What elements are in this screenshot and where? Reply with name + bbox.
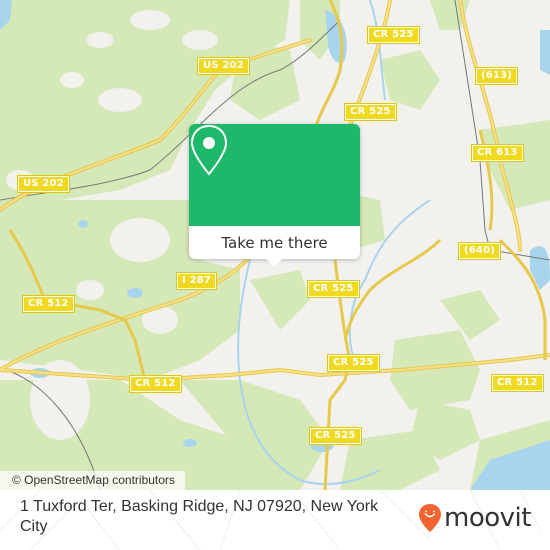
road-shield-640: (640) bbox=[457, 242, 502, 260]
road-shield-cr525: CR 525 bbox=[327, 354, 380, 372]
location-pin-icon bbox=[190, 124, 228, 176]
road-shield-cr512: CR 512 bbox=[491, 374, 544, 392]
road-shield-us202: US 202 bbox=[17, 175, 70, 193]
road-shield-cr525: CR 525 bbox=[344, 103, 397, 121]
road-shield-cr613: CR 613 bbox=[471, 144, 524, 162]
map-attribution[interactable]: © OpenStreetMap contributors bbox=[0, 471, 185, 490]
map[interactable]: US 202 US 202 CR 525 CR 525 (613) CR 613… bbox=[0, 0, 550, 490]
road-shield-i287: I 287 bbox=[175, 272, 218, 290]
address-text: 1 Tuxford Ter, Basking Ridge, NJ 07920, … bbox=[20, 498, 379, 535]
road-shield-cr525: CR 525 bbox=[367, 26, 420, 44]
moovit-pin-icon bbox=[419, 504, 441, 532]
take-me-there-button[interactable]: Take me there bbox=[189, 226, 360, 259]
road-shield-cr512: CR 512 bbox=[22, 295, 75, 313]
road-shield-613: (613) bbox=[474, 67, 519, 85]
road-shield-cr525: CR 525 bbox=[309, 427, 362, 445]
road-shield-us202: US 202 bbox=[197, 57, 250, 75]
moovit-wordmark: moovit bbox=[444, 503, 531, 533]
road-shield-cr512: CR 512 bbox=[129, 375, 182, 393]
location-popup: Take me there bbox=[189, 124, 360, 259]
popup-pointer bbox=[264, 257, 284, 267]
road-shield-cr525: CR 525 bbox=[307, 280, 360, 298]
popup-header bbox=[189, 124, 360, 226]
moovit-logo[interactable]: moovit bbox=[418, 503, 531, 533]
